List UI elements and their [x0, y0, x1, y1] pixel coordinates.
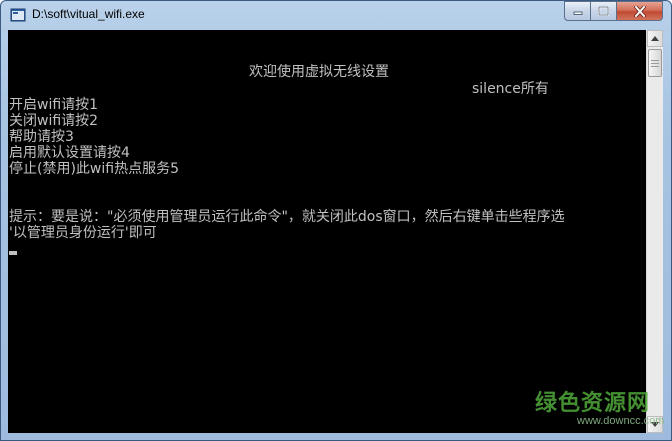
arrow-up-icon — [651, 36, 659, 41]
thumb-grip — [651, 60, 659, 61]
watermark-url: www.downcc.com — [577, 415, 665, 427]
maximize-button[interactable] — [590, 1, 617, 21]
console-author-line: silence所有 — [472, 81, 549, 97]
console-welcome-line: 欢迎使用虚拟无线设置 — [249, 64, 389, 80]
watermark-brand: 绿色资源网 — [535, 391, 651, 416]
console-option-1: 开启wifi请按1 — [9, 97, 99, 113]
close-button[interactable] — [616, 1, 663, 21]
console-cursor — [9, 251, 17, 255]
maximize-icon — [598, 6, 609, 16]
scroll-up-button[interactable] — [647, 30, 663, 47]
window-title: D:\soft\vitual_wifi.exe — [32, 7, 145, 21]
console-option-2: 关闭wifi请按2 — [9, 113, 99, 129]
console-output[interactable]: 欢迎使用虚拟无线设置 silence所有 开启wifi请按1 关闭wifi请按2… — [8, 30, 646, 433]
console-window: D:\soft\vitual_wifi.exe 欢迎使用虚拟无线设置 silen… — [0, 0, 672, 441]
console-hint-line-1: 提示：要是说："必须使用管理员运行此命令"，就关闭此dos窗口，然后右键单击些程… — [9, 209, 565, 225]
console-app-icon — [10, 8, 26, 22]
vertical-scrollbar[interactable] — [646, 30, 663, 433]
minimize-button[interactable] — [564, 1, 591, 21]
console-hint-line-2: '以管理员身份运行'即可 — [9, 225, 157, 241]
site-watermark: 绿色资源网 www.downcc.com — [535, 385, 665, 435]
console-option-5: 停止(禁用)此wifi热点服务5 — [9, 161, 179, 177]
console-option-3: 帮助请按3 — [9, 129, 74, 145]
thumb-grip — [651, 66, 659, 67]
title-bar[interactable]: D:\soft\vitual_wifi.exe — [1, 1, 671, 30]
console-option-4: 启用默认设置请按4 — [9, 145, 130, 161]
minimize-icon — [573, 11, 582, 15]
scroll-thumb[interactable] — [648, 49, 662, 77]
close-icon — [633, 5, 646, 17]
thumb-grip — [651, 63, 659, 64]
